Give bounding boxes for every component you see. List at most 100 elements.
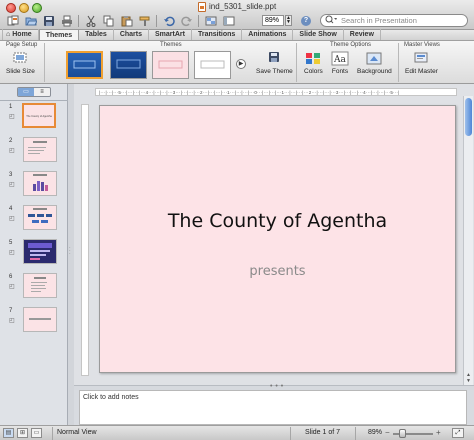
tab-tables[interactable]: Tables	[79, 29, 114, 40]
undo-icon[interactable]	[162, 14, 175, 27]
fit-to-window-icon[interactable]: ⤢	[452, 428, 464, 438]
ppt-file-icon	[198, 1, 206, 12]
new-icon[interactable]	[6, 14, 19, 27]
theme-thumbnail-1[interactable]	[66, 51, 103, 79]
search-icon[interactable]	[325, 15, 341, 26]
background-label: Background	[357, 68, 392, 75]
background-button[interactable]: Background	[357, 51, 392, 75]
slide-thumbnail-3[interactable]	[23, 171, 57, 196]
tab-slide-show[interactable]: Slide Show	[293, 29, 344, 40]
scroll-arrows[interactable]: ▲ ▼	[465, 372, 472, 384]
slide-thumbnail-4[interactable]	[23, 205, 57, 230]
tab-themes[interactable]: Themes	[38, 29, 80, 40]
tab-transitions[interactable]: Transitions	[192, 29, 243, 40]
copy-icon[interactable]	[102, 14, 115, 27]
outline-view-button[interactable]: ≡	[34, 88, 50, 96]
save-theme-button[interactable]: Save Theme	[256, 51, 293, 75]
fonts-button[interactable]: Aa Fonts	[331, 51, 349, 75]
help-icon[interactable]: ?	[301, 16, 311, 26]
search-box[interactable]	[320, 14, 468, 27]
slide-thumbnail-1[interactable]: The County of Agentha	[22, 103, 56, 128]
theme-thumbnail-2[interactable]	[110, 51, 147, 79]
window-title: ind_5301_slide.ppt	[209, 2, 277, 11]
vertical-ruler	[81, 104, 89, 376]
slide-note-icon: ◰	[9, 318, 15, 324]
status-divider	[355, 427, 356, 440]
status-divider	[52, 427, 53, 440]
view-buttons: ▤ ⊞ ▭	[3, 428, 42, 438]
view-mode-label: Normal View	[57, 429, 97, 436]
zoom-window-button[interactable]	[32, 3, 42, 13]
tab-animations[interactable]: Animations	[242, 29, 294, 40]
ribbon-themes: Page Setup Slide Size Themes ▶ Save Them…	[0, 41, 474, 84]
splitter-grip: • • •	[270, 383, 284, 390]
thumbnail-title: The County of Agentha	[26, 115, 52, 118]
close-window-button[interactable]	[6, 3, 16, 13]
save-icon[interactable]	[42, 14, 55, 27]
theme-thumbnail-4[interactable]	[194, 51, 231, 79]
zoom-field[interactable]	[262, 15, 284, 26]
notes-placeholder[interactable]: Click to add notes	[83, 394, 139, 401]
minimize-window-button[interactable]	[19, 3, 29, 13]
panel-divider	[0, 100, 68, 101]
zoom-stepper[interactable]: ▲ ▼	[285, 15, 292, 26]
edit-master-button[interactable]: Edit Master	[405, 51, 438, 75]
slide-thumbnail-2[interactable]	[23, 137, 57, 162]
slide-thumbnail-5[interactable]	[23, 239, 57, 264]
slide-number: 2	[9, 138, 13, 144]
scrollbar-thumb[interactable]	[465, 98, 472, 136]
slide-subtitle[interactable]: presents	[100, 264, 455, 279]
tab-smartart[interactable]: SmartArt	[149, 29, 192, 40]
notes-pane[interactable]: Click to add notes	[79, 390, 467, 425]
theme-preview-graphic	[158, 60, 183, 69]
slide-editor: |···|···|···5···|···|···|···4···|···|···…	[74, 84, 474, 386]
ribbon-tabs: ⌂ Home Themes Tables Charts SmartArt Tra…	[0, 29, 474, 41]
theme-preview-graphic	[200, 60, 225, 69]
standard-toolbar	[6, 13, 235, 28]
group-divider	[296, 43, 297, 82]
group-title-theme-options: Theme Options	[330, 42, 372, 48]
slide-sorter-icon[interactable]: ⊞	[17, 428, 28, 438]
zoom-in-icon[interactable]: +	[436, 428, 441, 437]
toolbar-separator	[78, 14, 79, 27]
edit-master-icon	[414, 52, 428, 63]
thumbnail-graphic	[33, 174, 48, 191]
cut-icon[interactable]	[84, 14, 97, 27]
group-title-master-views: Master Views	[404, 42, 440, 48]
paste-icon[interactable]	[120, 14, 133, 27]
sidebar-icon[interactable]	[222, 14, 235, 27]
slide-size-button[interactable]: Slide Size	[6, 51, 35, 75]
print-icon[interactable]	[60, 14, 73, 27]
redo-icon[interactable]	[180, 14, 193, 27]
current-slide[interactable]: The County of Agentha presents	[99, 105, 456, 373]
svg-text:Aa: Aa	[333, 55, 346, 65]
gallery-icon[interactable]	[204, 14, 217, 27]
tab-charts[interactable]: Charts	[114, 29, 149, 40]
slide-thumbnail-7[interactable]	[23, 307, 57, 332]
slide-title[interactable]: The County of Agentha	[100, 210, 455, 232]
vertical-scrollbar[interactable]: ▲ ▼	[463, 96, 473, 386]
open-icon[interactable]	[24, 14, 37, 27]
panel-view-switch[interactable]: ▭ ≡	[17, 87, 51, 97]
search-input[interactable]	[341, 16, 461, 25]
tab-home[interactable]: ⌂ Home	[2, 29, 39, 40]
slide-show-icon[interactable]: ▭	[31, 428, 42, 438]
theme-preview-graphic	[73, 60, 96, 69]
slide-note-icon: ◰	[9, 182, 15, 188]
colors-button[interactable]: Colors	[304, 51, 323, 75]
format-painter-icon[interactable]	[138, 14, 151, 27]
group-title-themes: Themes	[160, 42, 182, 48]
theme-thumbnail-3[interactable]	[152, 51, 189, 79]
zoom-out-icon[interactable]: −	[385, 428, 390, 437]
group-divider	[398, 43, 399, 82]
edit-master-label: Edit Master	[405, 68, 438, 75]
zoom-slider-knob[interactable]	[399, 429, 406, 438]
fonts-icon: Aa	[331, 51, 349, 66]
slides-view-button[interactable]: ▭	[18, 88, 34, 96]
save-theme-label: Save Theme	[256, 68, 293, 75]
tab-review[interactable]: Review	[344, 29, 381, 40]
normal-view-icon[interactable]: ▤	[3, 428, 14, 438]
slide-thumbnail-6[interactable]	[23, 273, 57, 298]
horizontal-ruler: |···|···|···5···|···|···|···4···|···|···…	[95, 88, 457, 96]
chevron-right-icon[interactable]: ▶	[236, 59, 246, 69]
